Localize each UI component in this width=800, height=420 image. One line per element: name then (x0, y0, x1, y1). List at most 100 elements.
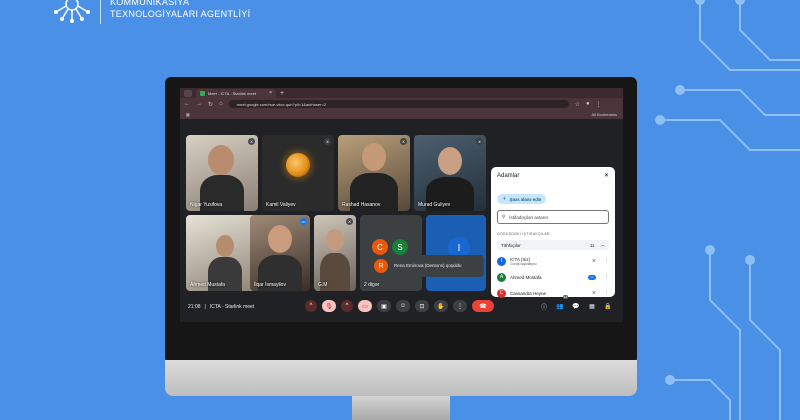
add-person-button[interactable]: ＋ Şəxs əlavə edin (497, 194, 547, 204)
reload-icon[interactable]: ↻ (208, 101, 213, 108)
mic-off-icon: ⨯ (400, 138, 407, 145)
host-controls-icon[interactable]: 🔒 (603, 300, 613, 312)
meeting-time: 21:08 (188, 304, 201, 310)
monitor-chin (165, 360, 637, 396)
browser-tabbar: Meet - ICTA - Starlink meet × + (180, 88, 623, 98)
video-settings-chevron-icon[interactable]: ^ (341, 300, 353, 312)
tab-close-icon[interactable]: × (269, 90, 272, 96)
mic-off-icon: ⨯ (476, 138, 483, 145)
contributors-group[interactable]: Töhfəçilər 11 ︿ (497, 240, 609, 250)
participant-tile[interactable]: ⨯ Kamil Valiyev (262, 135, 334, 211)
participant-face (438, 147, 462, 175)
group-count: 11 (589, 242, 595, 248)
tab-title: Meet - ICTA - Starlink meet (208, 90, 256, 96)
chevron-up-icon[interactable]: ︿ (601, 242, 606, 248)
side-controls: ⓘ 👥 11 💬 ▦ 🔒 (539, 295, 613, 312)
participant-tile[interactable]: Ahmed Mustafa (186, 215, 258, 291)
mic-off-button[interactable]: 🎙 (322, 300, 336, 312)
forward-icon[interactable]: → (196, 101, 202, 107)
call-controls: ^ 🎙 ^ ▭ ▣ ☺ ⊡ ✋ ⋮ ☎ (305, 300, 494, 312)
add-person-icon: ＋ (502, 196, 507, 201)
participant-row[interactable]: I ICTA (Siz) Görüş təşkilatçısı ⨯ ⋮ (497, 253, 609, 269)
url-field[interactable]: meet.google.com/nue-vkcc-quh?pli=1&authu… (228, 100, 569, 108)
participant-name: G.M (318, 282, 328, 288)
participant-face (268, 225, 292, 253)
meet-stage: ⨯ Nigar Yusifova ⨯ Kamil Valiyev ⨯ Rasha… (180, 119, 623, 322)
participant-tile[interactable]: ⨯ G.M (314, 215, 356, 291)
participant-face (216, 235, 234, 257)
new-tab-button[interactable]: + (280, 90, 284, 97)
mic-off-icon: ⨯ (324, 138, 331, 145)
captions-button[interactable]: ▣ (377, 300, 391, 312)
audio-settings-chevron-icon[interactable]: ^ (305, 300, 317, 312)
home-icon[interactable]: ⌂ (219, 101, 223, 107)
close-icon[interactable]: ✕ (604, 172, 609, 179)
mic-off-icon: ⨯ (346, 218, 353, 225)
participant-tile[interactable]: ⨯ Nigar Yusifova (186, 135, 258, 211)
participant-avatar: S (392, 239, 408, 255)
participant-tile[interactable]: ⨯ Rashad Hasanov (338, 135, 410, 211)
participant-name: 2 digər (364, 282, 380, 288)
people-search-input[interactable]: ⚲ İstifadəçiləri axtarın (497, 210, 609, 224)
more-options-icon[interactable]: ⋮ (604, 258, 609, 264)
panel-title: Adamlar (497, 172, 520, 179)
participant-count-badge: 11 (562, 295, 568, 299)
leave-call-button[interactable]: ☎ (472, 300, 494, 312)
more-options-icon[interactable]: ⋮ (604, 274, 609, 280)
participant-face (362, 143, 386, 171)
participant-tile-group[interactable]: C S 2 digər (360, 215, 422, 291)
bookmark-star-icon[interactable]: ☆ (575, 101, 580, 108)
tab-search-icon[interactable] (184, 89, 192, 97)
mic-off-icon[interactable]: ⨯ (592, 258, 596, 264)
participant-row-avatar: A (497, 272, 506, 282)
participant-name: Kamil Valiyev (266, 202, 296, 208)
mic-off-icon[interactable]: ⨯ (592, 290, 596, 296)
participant-tile[interactable]: I (426, 215, 486, 291)
browser-tab[interactable]: Meet - ICTA - Starlink meet × (196, 88, 276, 98)
participant-row-avatar: I (497, 256, 506, 266)
participant-background (286, 153, 310, 177)
participant-name: İlqar İsmayilov (254, 282, 286, 288)
emoji-button[interactable]: ☺ (396, 300, 410, 312)
browser-menu-icon[interactable]: ⋮ (596, 101, 602, 108)
participant-name: Nigar Yusifova (190, 202, 223, 208)
participant-tile[interactable]: ⨯ Murad Guliyev (414, 135, 486, 211)
raise-hand-button[interactable]: ✋ (434, 300, 448, 312)
more-options-icon[interactable]: ⋮ (604, 290, 609, 296)
participant-row[interactable]: A Ahmed Mostafa ••• ⋮ (497, 269, 609, 285)
meet-favicon-icon (200, 90, 205, 96)
speaking-indicator-icon: ••• (588, 274, 596, 280)
participant-face (326, 229, 344, 251)
address-bar: ← → ↻ ⌂ meet.google.com/nue-vkcc-quh?pli… (180, 98, 623, 110)
participant-name: Rashad Hasanov (342, 202, 381, 208)
search-icon: ⚲ (502, 214, 506, 219)
participant-tile[interactable]: ••• İlqar İsmayilov (250, 215, 310, 291)
all-bookmarks-link[interactable]: All Bookmarks (591, 112, 617, 117)
search-placeholder: İstifadəçiləri axtarın (509, 214, 549, 220)
participant-face (208, 145, 234, 175)
back-icon[interactable]: ← (184, 101, 190, 107)
people-panel: Adamlar ✕ ＋ Şəxs əlavə edin ⚲ İstifadəçi… (491, 167, 615, 298)
add-person-label: Şəxs əlavə edin (509, 196, 542, 202)
activities-icon[interactable]: ▦ (587, 300, 597, 312)
org-name-line1: KOMMUNİKASİYA (110, 0, 190, 7)
profile-icon[interactable]: ● (586, 101, 590, 107)
camera-off-button[interactable]: ▭ (358, 300, 372, 312)
group-label: Töhfəçilər (501, 242, 521, 248)
agency-logo-icon (54, 0, 90, 23)
people-icon[interactable]: 👥 11 (555, 295, 568, 312)
more-options-button[interactable]: ⋮ (453, 300, 467, 312)
apps-grid-icon[interactable]: ▦ (186, 112, 190, 117)
speaking-indicator-icon: ••• (300, 218, 307, 225)
meeting-name: ICTA - Starlink meet (209, 304, 255, 310)
participant-row-role: Görüş təşkilatçısı (510, 261, 537, 266)
org-divider (100, 0, 101, 24)
monitor-stand (352, 396, 450, 420)
participant-name: Murad Guliyev (418, 202, 451, 208)
participant-name: Ahmed Mustafa (190, 282, 226, 288)
info-icon[interactable]: ⓘ (539, 300, 549, 312)
present-button[interactable]: ⊡ (415, 300, 429, 312)
participant-avatar: C (372, 239, 388, 255)
chat-icon[interactable]: 💬 (571, 300, 581, 312)
circuit-decoration (655, 0, 800, 420)
